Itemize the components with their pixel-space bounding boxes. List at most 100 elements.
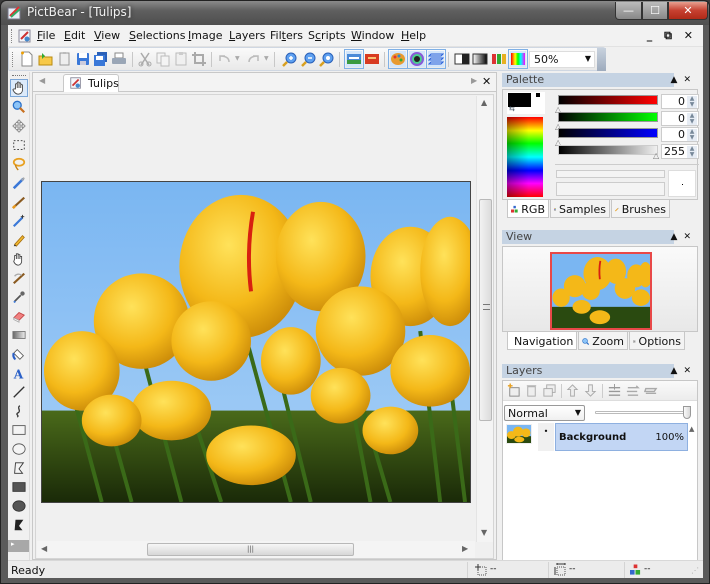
- tab-zoom[interactable]: Zoom: [578, 332, 628, 350]
- color-spectrum-picker[interactable]: [507, 117, 543, 197]
- zoom-tool[interactable]: [10, 98, 28, 116]
- polygon-tool[interactable]: [10, 459, 28, 477]
- eyedropper-tool[interactable]: [10, 288, 28, 306]
- palette-panel-title[interactable]: Palette: [502, 73, 674, 87]
- color-balance-icon[interactable]: [508, 49, 528, 69]
- alpha-value-input[interactable]: 255 ▲ ▼: [661, 144, 699, 159]
- paste-new-icon[interactable]: [57, 51, 73, 67]
- lasso-tool[interactable]: [10, 155, 28, 173]
- fullscreen-icon[interactable]: [364, 51, 380, 67]
- image-canvas[interactable]: ▲ ▼ ◀ ||| ▶: [35, 94, 494, 559]
- move-tool[interactable]: [10, 117, 28, 135]
- zoom-actual-icon[interactable]: [319, 51, 335, 67]
- zoom-level-select[interactable]: 50% ▼: [529, 51, 595, 68]
- filled-ellipse-tool[interactable]: [10, 497, 28, 515]
- green-value-input[interactable]: 0 ▲ ▼: [661, 111, 699, 126]
- eraser-tool[interactable]: [10, 307, 28, 325]
- layers-icon[interactable]: [426, 49, 446, 69]
- tab-brushes[interactable]: Brushes: [611, 200, 670, 218]
- cut-icon[interactable]: [137, 51, 153, 67]
- redo-icon[interactable]: [245, 51, 261, 67]
- alpha-slider-handle[interactable]: △: [653, 151, 659, 160]
- grayscale-icon[interactable]: [454, 51, 470, 67]
- new-layer-icon[interactable]: [506, 383, 521, 398]
- close-document-icon[interactable]: ✕: [482, 75, 491, 88]
- blue-spinner[interactable]: ▲ ▼: [687, 129, 697, 141]
- redo-dropdown-icon[interactable]: ▼: [264, 55, 269, 62]
- filled-rectangle-tool[interactable]: [10, 478, 28, 496]
- navigator-icon[interactable]: [407, 49, 427, 69]
- image-view-icon[interactable]: [344, 49, 364, 69]
- menu-filters[interactable]: Filters: [270, 29, 303, 42]
- rect-select-tool[interactable]: [10, 136, 28, 154]
- layers-panel-title[interactable]: Layers: [502, 364, 674, 378]
- toolbar-grip[interactable]: [12, 52, 15, 67]
- paste-icon[interactable]: [173, 51, 189, 67]
- blend-mode-select[interactable]: Normal ▼: [504, 405, 585, 421]
- crop-icon[interactable]: [191, 51, 207, 67]
- ellipse-tool[interactable]: [10, 440, 28, 458]
- green-slider[interactable]: [558, 112, 658, 122]
- pencil-tool[interactable]: [10, 231, 28, 249]
- merge-down-icon[interactable]: [625, 383, 640, 398]
- tab-samples[interactable]: Samples: [550, 200, 610, 218]
- gradient-tool[interactable]: [10, 326, 28, 344]
- layer-visibility-toggle[interactable]: •: [538, 423, 554, 451]
- layer-name-cell[interactable]: Background 100%: [555, 423, 688, 451]
- save-all-icon[interactable]: [93, 51, 109, 67]
- smudge-tool[interactable]: [10, 250, 28, 268]
- move-layer-up-icon[interactable]: [565, 383, 580, 398]
- red-slider[interactable]: [558, 95, 658, 105]
- layer-opacity-slider[interactable]: [595, 411, 689, 414]
- airbrush-tool[interactable]: [10, 174, 28, 192]
- menu-help[interactable]: Help: [401, 29, 426, 42]
- zoom-out-icon[interactable]: [301, 51, 317, 67]
- undo-dropdown-icon[interactable]: ▼: [235, 55, 240, 62]
- maximize-button[interactable]: ☐: [642, 2, 668, 20]
- menu-layers[interactable]: Layers: [229, 29, 265, 42]
- title-bar[interactable]: PictBear - [Tulips] — ☐ ✕: [1, 1, 709, 25]
- text-tool[interactable]: A: [10, 364, 28, 382]
- layers-panel-controls[interactable]: ▲✕: [671, 366, 697, 376]
- delete-layer-icon[interactable]: [524, 383, 539, 398]
- brush-tool[interactable]: [10, 193, 28, 211]
- vertical-scroll-thumb[interactable]: [479, 199, 492, 421]
- copy-icon[interactable]: [155, 51, 171, 67]
- tab-navigation[interactable]: Navigation: [507, 332, 577, 350]
- tab-scroll-right-icon[interactable]: ▶: [471, 76, 477, 85]
- toolbox-expand-button[interactable]: ▸: [8, 540, 29, 552]
- histogram-icon[interactable]: [491, 51, 507, 67]
- tab-options[interactable]: Options: [629, 332, 685, 350]
- background-color-swatch[interactable]: [536, 93, 540, 97]
- new-file-icon[interactable]: [19, 51, 35, 67]
- menu-view[interactable]: View: [94, 29, 120, 42]
- hand-tool[interactable]: [10, 79, 28, 97]
- menu-selections[interactable]: Selections: [129, 29, 185, 42]
- move-layer-down-icon[interactable]: [583, 383, 598, 398]
- document-tab-tulips[interactable]: Tulips: [63, 74, 119, 92]
- menu-scripts[interactable]: Scripts: [308, 29, 346, 42]
- vertical-scrollbar[interactable]: ▲ ▼: [476, 96, 493, 542]
- horizontal-scrollbar[interactable]: ◀ ||| ▶: [37, 541, 475, 558]
- rectangle-tool[interactable]: [10, 421, 28, 439]
- blue-slider[interactable]: [558, 128, 658, 138]
- close-button[interactable]: ✕: [668, 2, 708, 20]
- green-spinner[interactable]: ▲ ▼: [687, 113, 697, 125]
- layer-opacity-slider-handle[interactable]: [683, 406, 691, 419]
- menu-file[interactable]: File: [37, 29, 55, 42]
- palette-icon[interactable]: [388, 49, 408, 69]
- clone-tool[interactable]: [10, 269, 28, 287]
- layers-scroll-up-icon[interactable]: ▲: [689, 425, 694, 433]
- mdi-child-controls[interactable]: _ ⧉ ✕: [647, 29, 697, 43]
- tab-rgb[interactable]: RGB: [507, 200, 549, 218]
- filled-polygon-tool[interactable]: [10, 516, 28, 534]
- line-tool[interactable]: [10, 383, 28, 401]
- save-icon[interactable]: [75, 51, 91, 67]
- resize-grip[interactable]: ⋰: [691, 566, 699, 575]
- layer-row[interactable]: • Background 100%: [504, 423, 689, 452]
- red-spinner[interactable]: ▲ ▼: [687, 96, 697, 108]
- red-value-input[interactable]: 0 ▲ ▼: [661, 94, 699, 109]
- scroll-right-icon[interactable]: ▶: [462, 544, 468, 553]
- menubar-grip[interactable]: [11, 29, 14, 43]
- minimize-button[interactable]: —: [615, 2, 642, 20]
